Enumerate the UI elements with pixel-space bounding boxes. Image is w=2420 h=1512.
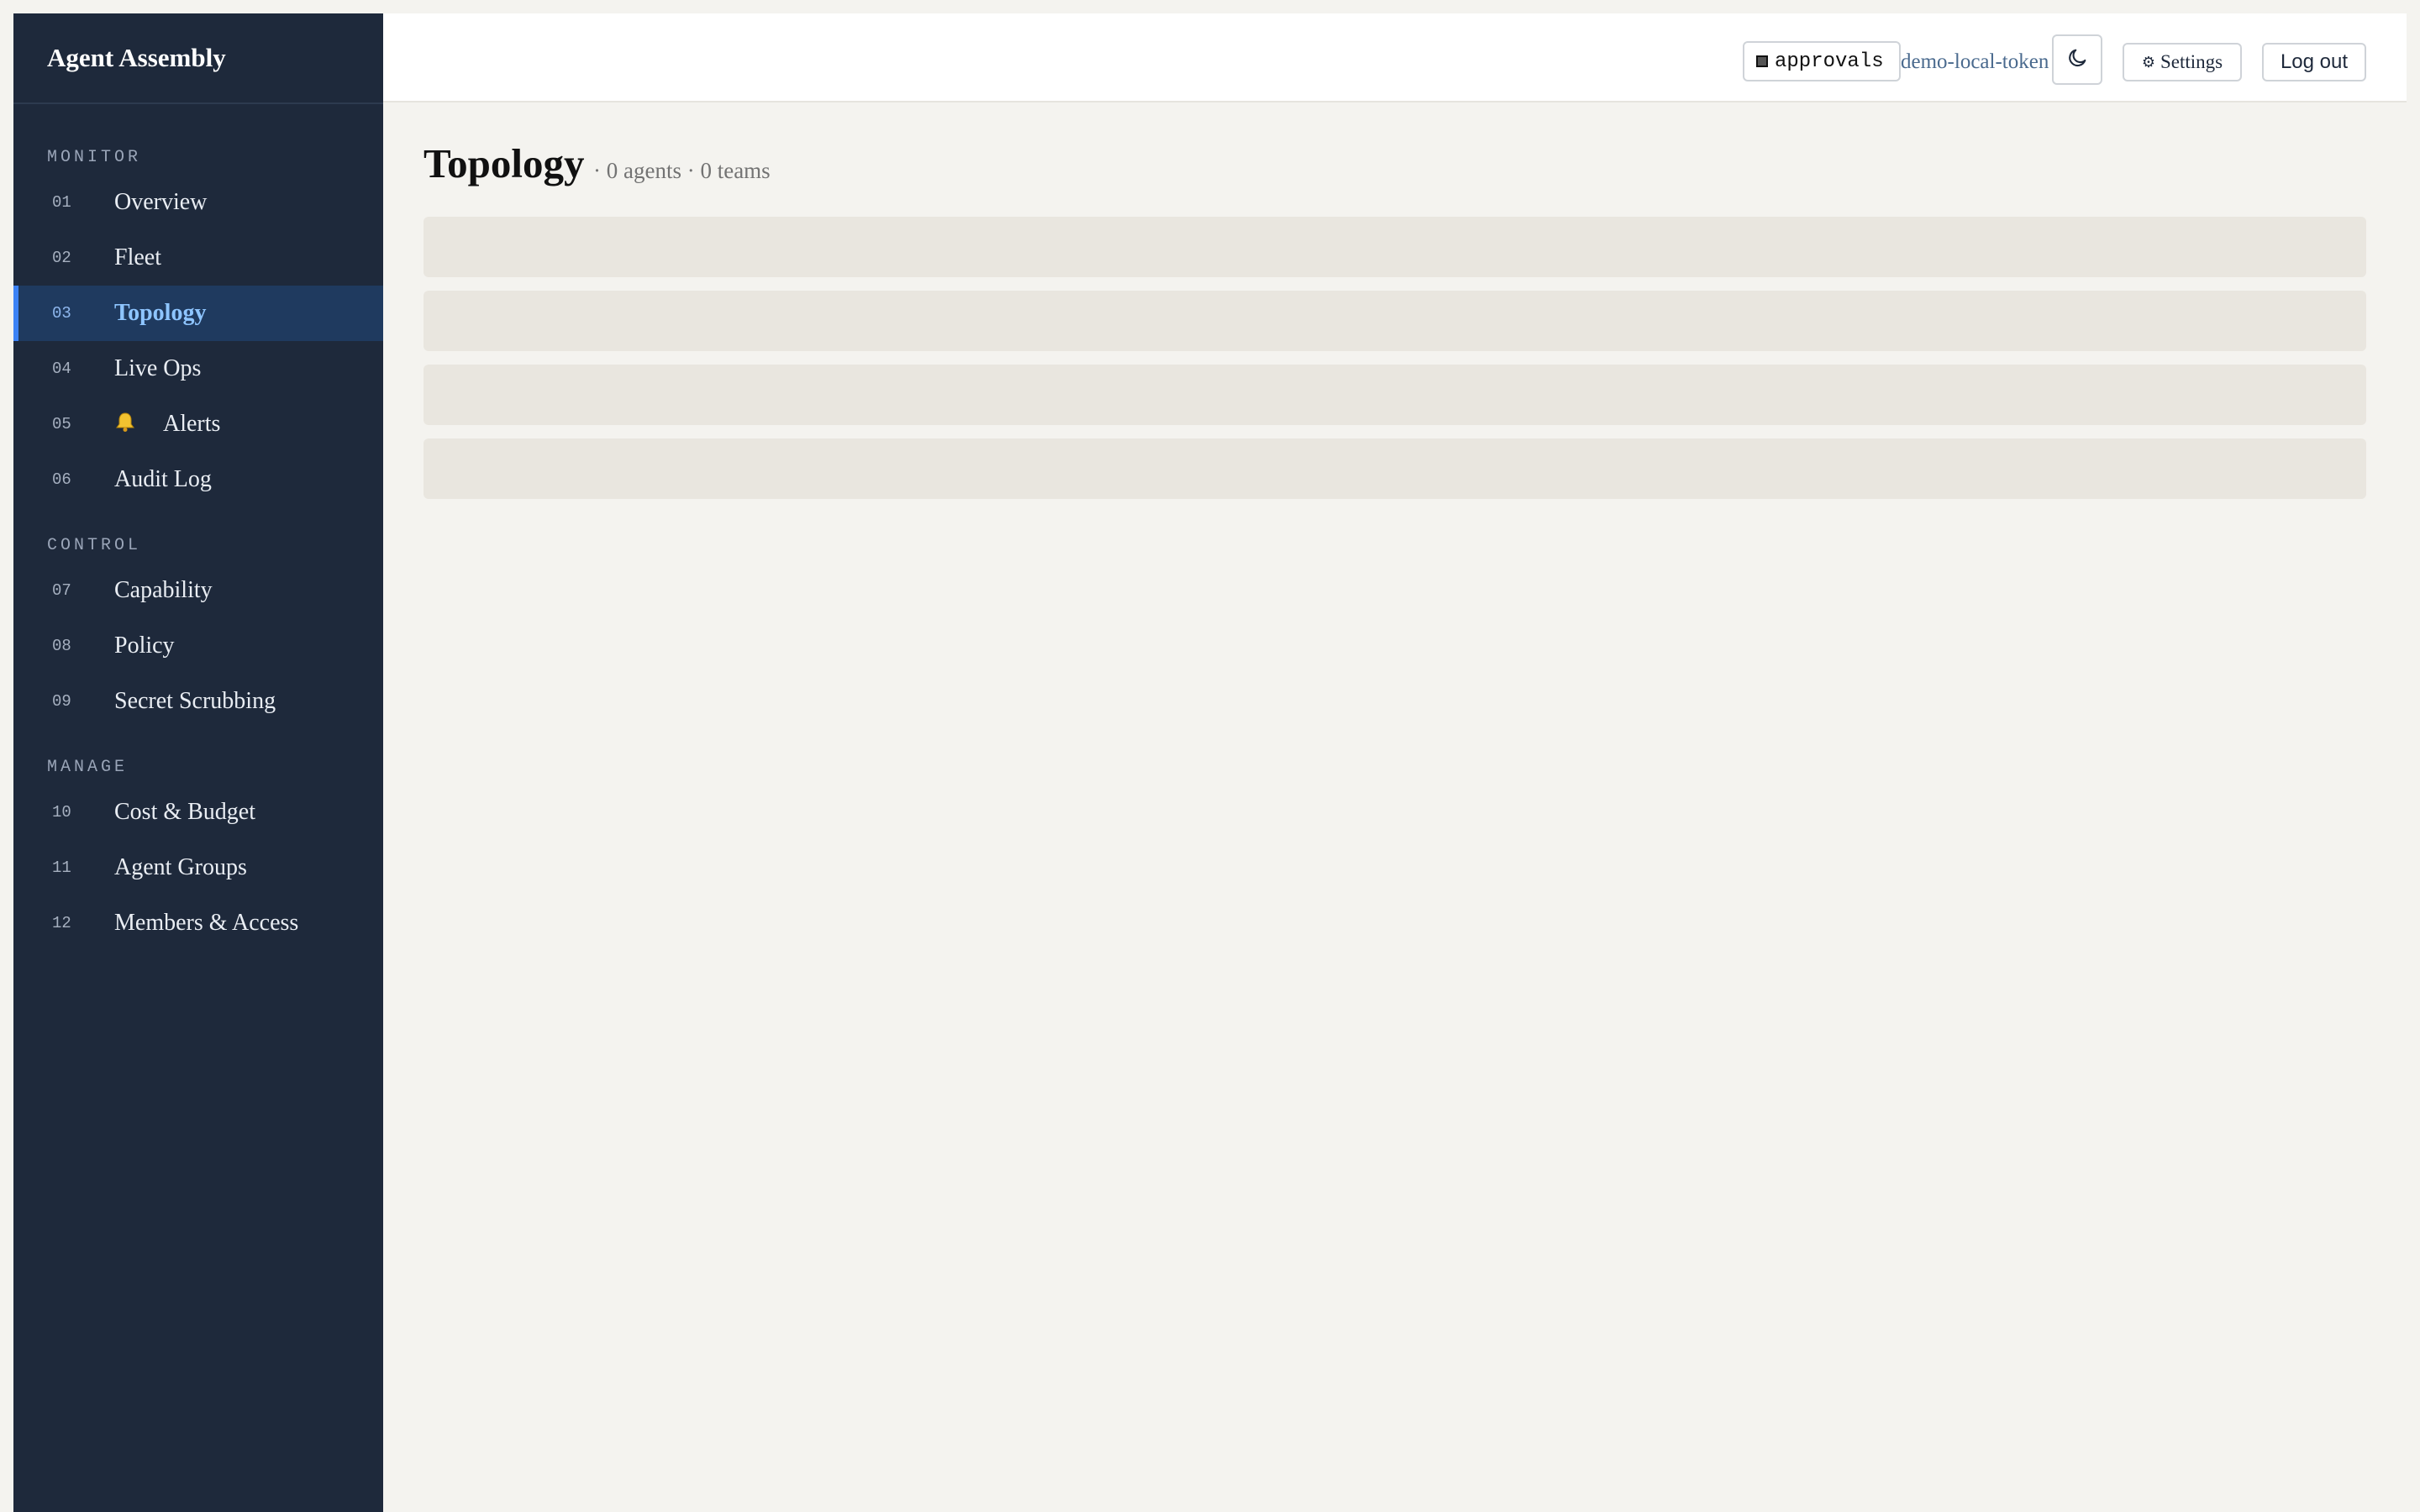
token-label: demo-local-token bbox=[1901, 50, 2049, 73]
nav-number: 02 bbox=[52, 249, 71, 267]
sidebar-item-label: Agent Groups bbox=[114, 854, 247, 880]
loading-skeleton-row bbox=[424, 217, 2366, 277]
gear-icon: ⚙ bbox=[2141, 53, 2155, 71]
section-label-manage: MANAGE bbox=[47, 758, 129, 777]
sidebar-item-label: Overview bbox=[114, 189, 208, 215]
loading-skeleton-row bbox=[424, 291, 2366, 351]
nav-number: 01 bbox=[52, 193, 71, 212]
nav-number: 11 bbox=[52, 858, 71, 877]
nav-number: 05 bbox=[52, 415, 71, 433]
settings-button[interactable]: ⚙ Settings bbox=[2123, 43, 2242, 81]
sidebar-item-policy[interactable]: 08 Policy bbox=[13, 618, 383, 674]
settings-label: Settings bbox=[2160, 51, 2223, 72]
sidebar-item-label: Secret Scrubbing bbox=[114, 688, 276, 714]
nav-number: 10 bbox=[52, 803, 71, 822]
sidebar-item-topology[interactable]: 03 Topology bbox=[13, 286, 383, 341]
sidebar-item-label: Alerts bbox=[163, 411, 221, 437]
sidebar-item-cost-budget[interactable]: 10 Cost & Budget bbox=[13, 785, 383, 840]
page-title: Topology bbox=[424, 140, 585, 186]
app-title: Agent Assembly bbox=[13, 13, 383, 104]
approvals-chip[interactable]: approvals bbox=[1743, 41, 1901, 81]
sidebar-item-label: Fleet bbox=[114, 244, 161, 270]
sidebar-item-label: Topology bbox=[114, 300, 207, 326]
nav-number: 12 bbox=[52, 914, 71, 932]
approvals-label: approvals bbox=[1775, 50, 1884, 73]
sidebar-item-capability[interactable]: 07 Capability bbox=[13, 563, 383, 618]
sidebar-item-label: Audit Log bbox=[114, 466, 212, 492]
sidebar: Agent Assembly MONITOR 01 Overview 02 Fl… bbox=[13, 13, 383, 1512]
nav-number: 03 bbox=[52, 304, 71, 323]
sidebar-item-label: Capability bbox=[114, 577, 213, 603]
nav-number: 04 bbox=[52, 360, 71, 378]
sidebar-item-audit-log[interactable]: 06 Audit Log bbox=[13, 452, 383, 507]
moon-icon bbox=[2065, 46, 2089, 74]
approvals-icon bbox=[1756, 55, 1768, 67]
sidebar-item-alerts[interactable]: 05 Alerts bbox=[13, 396, 383, 452]
loading-skeleton-row bbox=[424, 438, 2366, 499]
nav-number: 06 bbox=[52, 470, 71, 489]
page-subtitle: · 0 agents · 0 teams bbox=[593, 158, 771, 183]
sidebar-item-live-ops[interactable]: 04 Live Ops bbox=[13, 341, 383, 396]
bell-icon bbox=[114, 411, 136, 433]
nav-number: 07 bbox=[52, 581, 71, 600]
loading-skeleton-row bbox=[424, 365, 2366, 425]
nav-number: 09 bbox=[52, 692, 71, 711]
section-label-monitor: MONITOR bbox=[47, 148, 142, 167]
sidebar-item-secret-scrubbing[interactable]: 09 Secret Scrubbing bbox=[13, 674, 383, 729]
sidebar-item-agent-groups[interactable]: 11 Agent Groups bbox=[13, 840, 383, 895]
theme-toggle-button[interactable] bbox=[2052, 34, 2102, 85]
sidebar-item-fleet[interactable]: 02 Fleet bbox=[13, 230, 383, 286]
section-label-control: CONTROL bbox=[47, 536, 142, 555]
sidebar-item-overview[interactable]: 01 Overview bbox=[13, 175, 383, 230]
top-bar: approvals demo-local-token ⚙ Settings Lo… bbox=[383, 13, 2407, 102]
sidebar-item-label: Members & Access bbox=[114, 910, 299, 936]
sidebar-item-members-access[interactable]: 12 Members & Access bbox=[13, 895, 383, 951]
nav-number: 08 bbox=[52, 637, 71, 655]
sidebar-item-label: Policy bbox=[114, 633, 175, 659]
logout-button[interactable]: Log out bbox=[2262, 43, 2366, 81]
sidebar-item-label: Live Ops bbox=[114, 355, 202, 381]
sidebar-item-label: Cost & Budget bbox=[114, 799, 256, 825]
